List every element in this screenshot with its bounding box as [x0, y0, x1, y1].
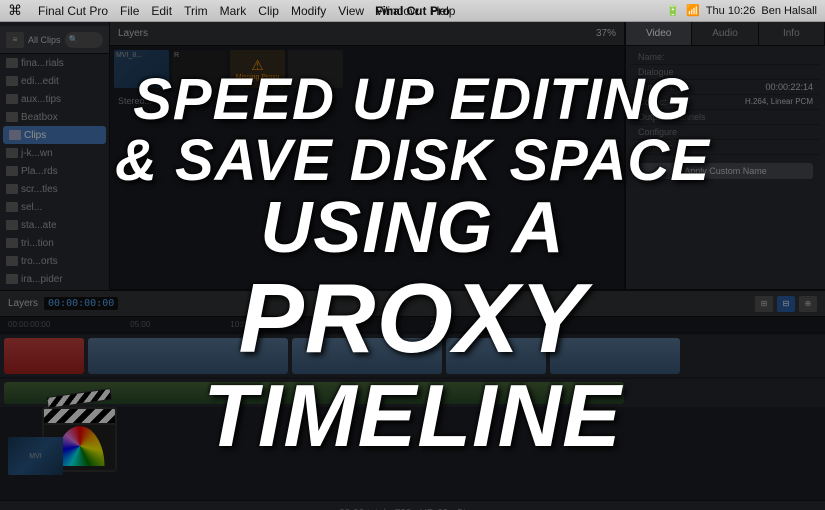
menu-trim[interactable]: Trim	[184, 4, 208, 18]
apple-menu[interactable]: ⌘	[8, 2, 22, 19]
menu-mark[interactable]: Mark	[220, 4, 247, 18]
overlay: SPEED UP EDITING & SAVE DISK SPACE USING…	[0, 22, 825, 510]
menu-battery: 🔋	[666, 4, 680, 17]
menu-bar: ⌘ Final Cut Pro File Edit Trim Mark Clip…	[0, 0, 825, 22]
main-content: ≡ All Clips 🔍 fina...rials edi...edit au…	[0, 22, 825, 510]
menu-modify[interactable]: Modify	[291, 4, 326, 18]
menu-clip[interactable]: Clip	[258, 4, 279, 18]
headline-line2: & SAVE DISK SPACE	[115, 131, 710, 192]
menu-user: Ben Halsall	[761, 5, 817, 17]
menu-clock: Thu 10:26	[706, 5, 756, 17]
headline-line4: PROXY	[238, 267, 586, 370]
menu-edit[interactable]: Edit	[151, 4, 172, 18]
menu-wifi: 📶	[686, 4, 700, 17]
menu-bar-left: ⌘ Final Cut Pro File Edit Trim Mark Clip…	[8, 2, 666, 19]
menu-bar-right: 🔋 📶 Thu 10:26 Ben Halsall	[666, 4, 817, 17]
headline-line1: SPEED UP EDITING	[133, 70, 692, 131]
headline-line5: TIMELINE	[203, 370, 622, 462]
menu-file[interactable]: File	[120, 4, 139, 18]
menu-view[interactable]: View	[338, 4, 364, 18]
menu-bar-title: Final Cut Pro	[375, 4, 450, 18]
menu-app-name[interactable]: Final Cut Pro	[38, 4, 108, 18]
headline-line3: USING A	[260, 191, 564, 267]
